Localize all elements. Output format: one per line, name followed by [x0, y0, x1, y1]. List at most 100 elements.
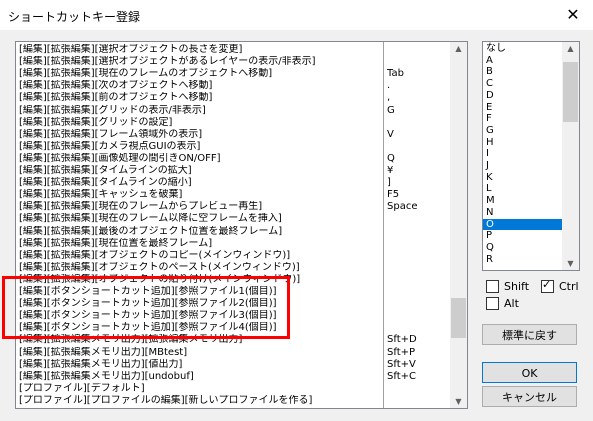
command-name: [編集][拡張編集][前のオブジェクトへ移動] — [19, 92, 213, 104]
command-row[interactable]: [編集][拡張編集][最後のオブジェクト位置を最終フレーム] — [16, 226, 449, 238]
command-name: [編集][拡張編集][現在位置を最終フレーム] — [19, 237, 213, 249]
key-option[interactable]: なし — [483, 43, 562, 55]
window-title: ショートカットキー登録 — [8, 10, 141, 24]
key-list-scroll-thumb[interactable] — [563, 62, 578, 122]
key-option[interactable]: G — [483, 125, 562, 137]
key-list[interactable]: ▲ ▼ なし A B C D E F G H I J K L M N O P Q R — [482, 41, 580, 271]
command-key: Sft+V — [387, 358, 416, 370]
command-name: [編集][拡張編集][現在のフレームのオブジェクトへ移動] — [19, 68, 273, 80]
shift-checkbox[interactable]: Shift — [486, 280, 529, 293]
key-option[interactable]: A — [483, 55, 562, 67]
command-row[interactable]: [編集][拡張編集][キャッシュを破棄] F5 — [16, 189, 449, 201]
command-row[interactable]: [編集][拡張編集][オブジェクトのペースト(メインウィンドウ)] — [16, 262, 449, 274]
command-row[interactable]: [編集][拡張編集][グリッドの表示/非表示] G — [16, 105, 449, 117]
key-option[interactable]: Q — [483, 242, 562, 254]
ctrl-check-box[interactable] — [541, 278, 554, 293]
scroll-up-icon[interactable]: ▲ — [450, 44, 467, 53]
scroll-up-icon[interactable]: ▲ — [562, 44, 579, 53]
command-row[interactable]: [編集][拡張編集メモリ出力][MBtest] Sft+P — [16, 347, 449, 359]
command-key: ] — [387, 177, 391, 189]
ok-button[interactable]: OK — [482, 362, 577, 383]
command-row[interactable]: [編集][拡張編集][選択オブジェクトがあるレイヤーの表示/非表示] — [16, 56, 449, 68]
command-row[interactable]: [プロファイル][プロファイルの編集][新しいプロファイルを作る] — [16, 395, 449, 407]
command-key: Sft+C — [387, 370, 416, 382]
command-name: [編集][拡張編集][グリッドの設定] — [19, 116, 173, 128]
command-row[interactable]: [編集][拡張編集][現在のフレーム以降に空フレームを挿入] — [16, 213, 449, 225]
command-name: [編集][拡張編集][タイムラインの拡大] — [19, 165, 192, 176]
alt-label: Alt — [504, 297, 519, 310]
command-name: [編集][拡張編集][選択オブジェクトの長さを変更] — [19, 44, 243, 55]
ctrl-checkbox[interactable]: Ctrl — [541, 278, 579, 293]
command-row[interactable]: [編集][拡張編集][現在のフレームのオブジェクトへ移動] Tab — [16, 68, 449, 80]
scroll-down-icon[interactable]: ▼ — [562, 259, 579, 268]
command-key: , — [387, 92, 391, 104]
command-name: [編集][拡張編集メモリ出力][MBtest] — [19, 346, 188, 358]
key-option[interactable]: D — [483, 90, 562, 102]
command-key: F5 — [387, 189, 400, 201]
key-option[interactable]: C — [483, 78, 562, 90]
command-row[interactable]: [編集][拡張編集][オブジェクトのコピー(メインウィンドウ)] — [16, 250, 449, 262]
key-option[interactable]: R — [483, 254, 562, 266]
command-row[interactable]: [編集][拡張編集][カメラ視点GUIの表示] — [16, 141, 449, 153]
command-name: [編集][拡張編集][フレーム領域外の表示] — [19, 128, 203, 140]
command-list-scrollbar[interactable]: ▲ ▼ — [450, 42, 467, 408]
alt-checkbox[interactable]: Alt — [486, 297, 519, 310]
command-name: [編集][拡張編集][オブジェクトのペースト(メインウィンドウ)] — [19, 261, 300, 273]
command-key: ¥ — [387, 165, 394, 176]
cancel-button[interactable]: キャンセル — [482, 386, 577, 407]
key-option[interactable]: L — [483, 183, 562, 195]
key-option[interactable]: F — [483, 113, 562, 125]
command-row[interactable]: [編集][拡張編集メモリ出力][undobuf] Sft+C — [16, 371, 449, 383]
command-key: Tab — [387, 68, 404, 80]
close-icon[interactable]: ✕ — [553, 0, 593, 30]
command-name: [編集][拡張編集][グリッドの表示/非表示] — [19, 104, 206, 116]
command-name: [編集][拡張編集メモリ出力][undobuf] — [19, 370, 194, 382]
scroll-down-icon[interactable]: ▼ — [450, 397, 467, 406]
highlight-box — [2, 276, 290, 339]
command-row[interactable]: [編集][拡張編集][画像処理の間引きON/OFF] Q — [16, 153, 449, 165]
command-name: [編集][拡張編集][カメラ視点GUIの表示] — [19, 140, 201, 152]
command-name: [プロファイル][プロファイルの編集][新しいプロファイルを作る] — [19, 394, 313, 406]
key-option[interactable]: O — [483, 218, 562, 231]
key-option[interactable]: J — [483, 160, 562, 172]
key-list-scrollbar[interactable]: ▲ ▼ — [562, 42, 579, 270]
command-name: [編集][拡張編集][現在のフレーム以降に空フレームを挿入] — [19, 213, 282, 225]
key-option[interactable]: K — [483, 172, 562, 184]
key-option[interactable]: E — [483, 102, 562, 114]
alt-check-box[interactable] — [486, 297, 499, 310]
command-list-scroll-thumb[interactable] — [451, 298, 466, 338]
command-row[interactable]: [編集][拡張編集][前のオブジェクトへ移動], — [16, 92, 449, 104]
command-row[interactable]: [編集][拡張編集][タイムラインの縮小]] — [16, 177, 449, 189]
command-name: [編集][拡張編集][オブジェクトのコピー(メインウィンドウ)] — [19, 249, 291, 261]
command-name: [プロファイル][デフォルト] — [19, 382, 145, 394]
command-name: [編集][拡張編集][最後のオブジェクト位置を最終フレーム] — [19, 225, 283, 237]
ctrl-label: Ctrl — [559, 280, 579, 293]
reset-button[interactable]: 標準に戻す — [482, 324, 577, 345]
command-name: [編集][拡張編集][キャッシュを破棄] — [19, 189, 183, 201]
key-option[interactable]: P — [483, 230, 562, 242]
command-key: Sft+D — [387, 334, 417, 346]
key-option[interactable]: M — [483, 195, 562, 207]
key-option[interactable]: I — [483, 148, 562, 160]
command-row[interactable]: [編集][拡張編集][現在のフレームからプレビュー再生] Space — [16, 201, 449, 213]
shift-check-box[interactable] — [486, 280, 499, 293]
command-row[interactable]: [編集][拡張編集][グリッドの設定] — [16, 117, 449, 129]
command-key: Sft+P — [387, 346, 416, 358]
key-option[interactable]: N — [483, 207, 562, 219]
key-option[interactable]: B — [483, 66, 562, 78]
command-name: [編集][拡張編集メモリ出力][値出力] — [19, 358, 183, 370]
command-name: [編集][拡張編集][選択オブジェクトがあるレイヤーの表示/非表示] — [19, 56, 316, 68]
command-key: G — [387, 104, 395, 116]
key-option[interactable]: H — [483, 137, 562, 149]
command-row[interactable]: [編集][拡張編集][現在位置を最終フレーム] — [16, 238, 449, 250]
command-row[interactable]: [編集][拡張編集メモリ出力][値出力] Sft+V — [16, 359, 449, 371]
command-row[interactable]: [編集][拡張編集][次のオブジェクトへ移動]. — [16, 80, 449, 92]
command-row[interactable]: [編集][拡張編集][タイムラインの拡大] ¥ — [16, 165, 449, 177]
command-name: [編集][拡張編集][現在のフレームからプレビュー再生] — [19, 201, 263, 213]
command-key: V — [387, 128, 394, 140]
command-row[interactable]: [プロファイル][デフォルト] — [16, 383, 449, 395]
shift-label: Shift — [504, 280, 530, 293]
command-list[interactable]: ▲ ▼ [編集][拡張編集][選択オブジェクトの長さを変更] [編集][拡張編集]… — [15, 41, 468, 409]
command-row[interactable]: [編集][拡張編集][フレーム領域外の表示] V — [16, 129, 449, 141]
command-row[interactable]: [編集][拡張編集][選択オブジェクトの長さを変更] — [16, 44, 449, 56]
